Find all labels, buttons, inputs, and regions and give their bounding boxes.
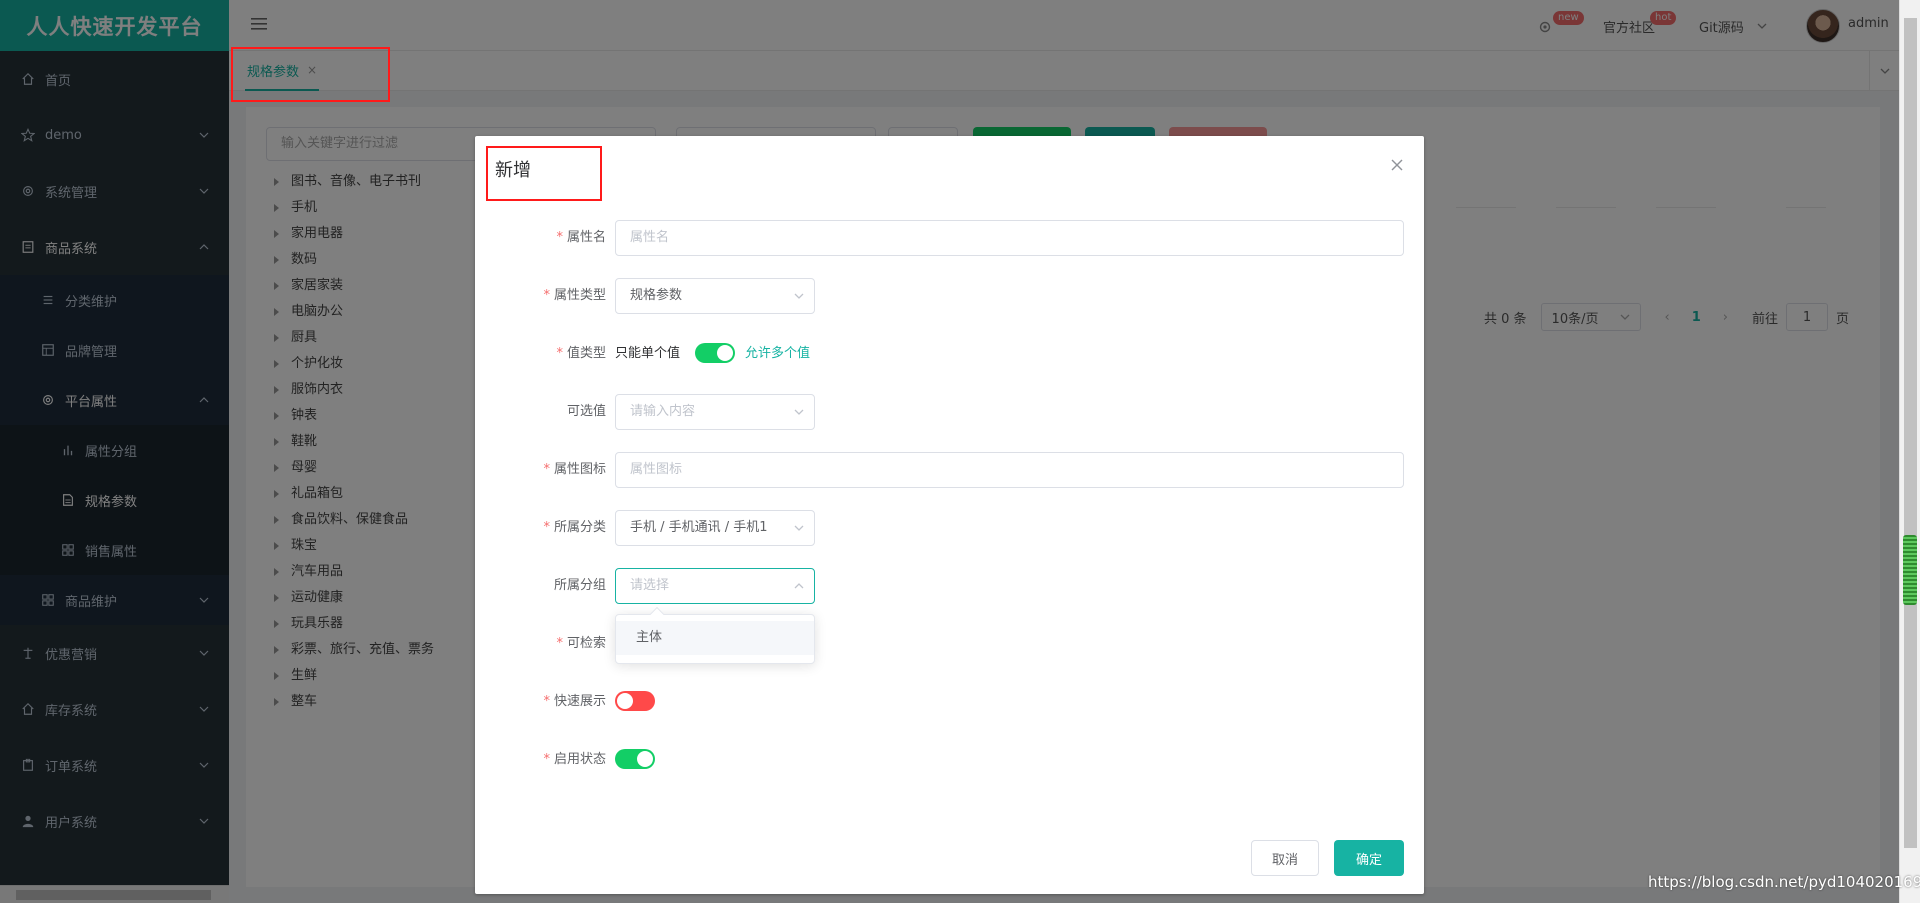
close-icon[interactable] [1390, 158, 1404, 172]
searchable-label: * 可检索 [556, 636, 606, 651]
scroll-indicator [1903, 535, 1917, 605]
form-row-value-type: * 值类型 只能单个值 允许多个值 [475, 336, 1424, 372]
chevron-down-icon [794, 293, 804, 299]
optional-values-select[interactable]: 请输入内容 [615, 394, 815, 430]
category-value: 手机 / 手机通讯 / 手机1 [630, 520, 768, 535]
value-type-on-text: 允许多个值 [745, 346, 811, 361]
attr-name-label: * 属性名 [556, 230, 606, 245]
attr-icon-label: * 属性图标 [543, 462, 606, 477]
attr-name-input[interactable]: 属性名 [615, 220, 1404, 256]
add-attribute-dialog: 新增 * 属性名 属性名 * 属性类型 规格参数 * 值类型 只能单个值 允许多个值 … [475, 136, 1424, 894]
page-scrollbar[interactable] [1899, 0, 1920, 903]
attr-type-select[interactable]: 规格参数 [615, 278, 815, 314]
attr-icon-input[interactable]: 属性图标 [615, 452, 1404, 488]
form-row-attr-name: * 属性名 属性名 [475, 220, 1424, 256]
optional-values-placeholder: 请输入内容 [630, 404, 696, 419]
cancel-button[interactable]: 取消 [1251, 840, 1319, 876]
group-dropdown: 主体 [615, 606, 815, 664]
value-type-label: * 值类型 [556, 346, 606, 361]
group-option[interactable]: 主体 [616, 621, 814, 655]
category-cascader[interactable]: 手机 / 手机通讯 / 手机1 [615, 510, 815, 546]
value-type-off-text: 只能单个值 [615, 346, 681, 361]
group-placeholder: 请选择 [630, 578, 670, 593]
form-row-attr-type: * 属性类型 规格参数 [475, 278, 1424, 314]
form-row-attr-icon: * 属性图标 属性图标 [475, 452, 1424, 488]
enabled-label: * 启用状态 [543, 752, 606, 767]
watermark: https://blog.csdn.net/pyd104020169 [1648, 873, 1920, 891]
confirm-button[interactable]: 确定 [1334, 840, 1404, 876]
quick-show-switch[interactable] [615, 691, 655, 711]
optional-values-label: 可选值 [566, 404, 606, 419]
group-select[interactable]: 请选择 [615, 568, 815, 604]
chevron-down-icon [794, 525, 804, 531]
value-type-switch[interactable] [695, 343, 735, 363]
form-row-category: * 所属分类 手机 / 手机通讯 / 手机1 [475, 510, 1424, 546]
form-row-enabled: * 启用状态 [475, 742, 1424, 778]
category-label: * 所属分类 [543, 520, 606, 535]
annotation-box-title [486, 146, 602, 201]
chevron-up-icon [794, 583, 804, 589]
quick-show-label: * 快速展示 [543, 694, 606, 709]
form-row-optional-values: 可选值 请输入内容 [475, 394, 1424, 430]
attr-type-value: 规格参数 [630, 288, 683, 303]
annotation-box-tab [231, 47, 390, 102]
chevron-down-icon [794, 409, 804, 415]
enabled-switch[interactable] [615, 749, 655, 769]
form-row-quick-show: * 快速展示 [475, 684, 1424, 720]
attr-type-label: * 属性类型 [543, 288, 606, 303]
form-row-group: 所属分组 请选择 [475, 568, 1424, 604]
group-label: 所属分组 [553, 578, 606, 593]
